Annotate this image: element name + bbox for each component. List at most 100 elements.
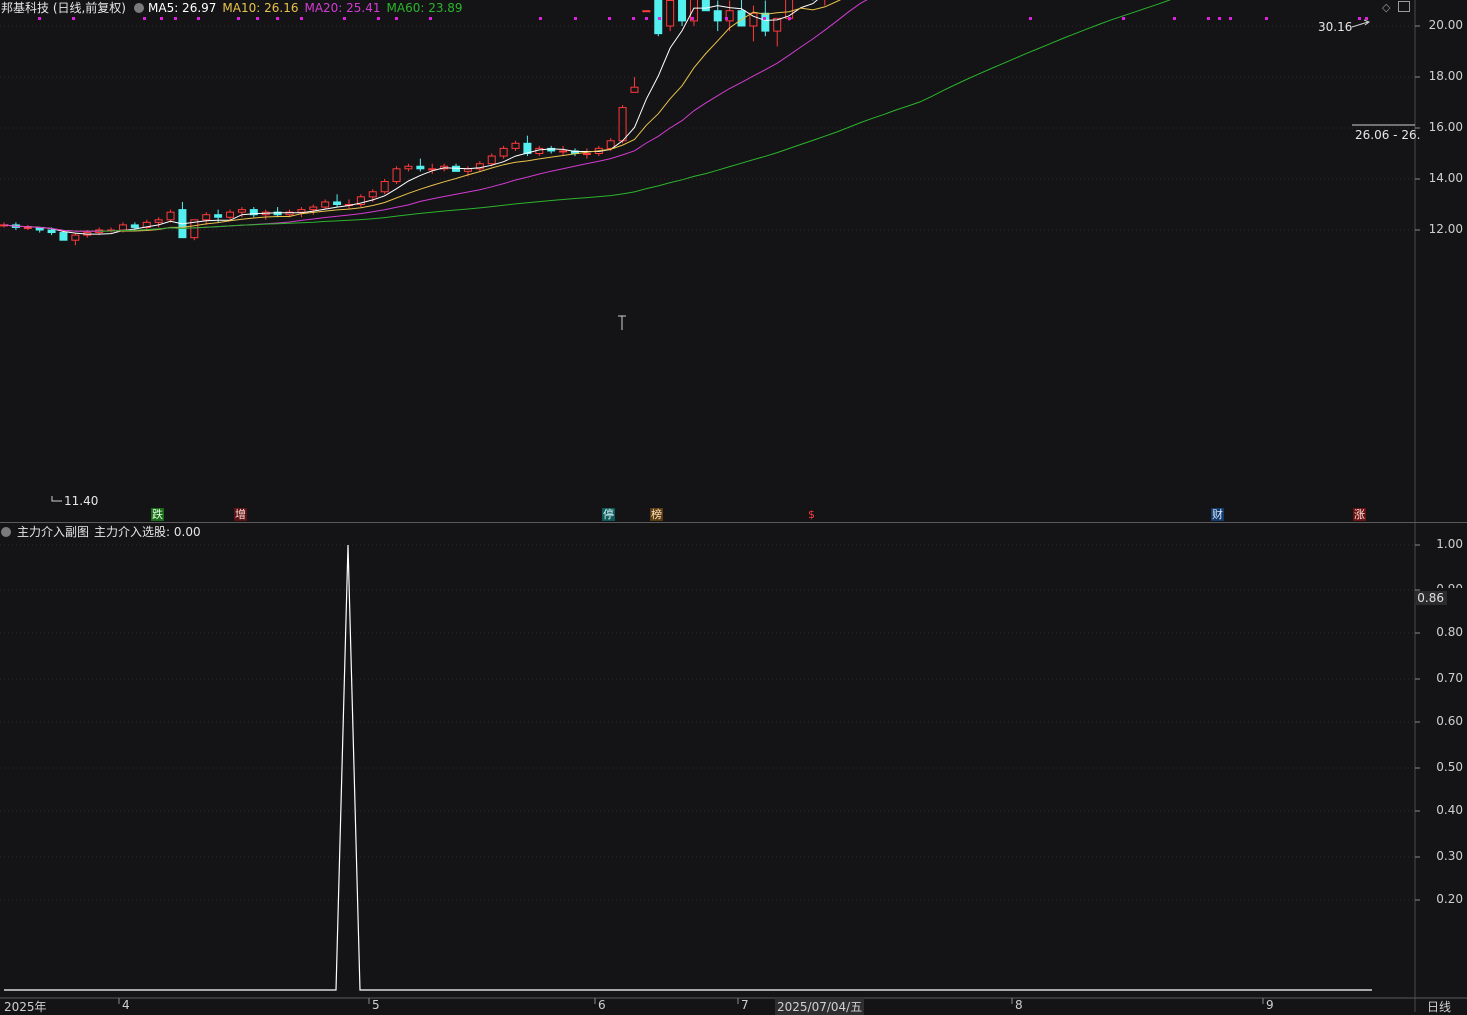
signal-dot: [1122, 17, 1125, 20]
sub-tick-label: 1.00: [1436, 537, 1463, 551]
candle-up: [618, 107, 627, 142]
candle-down: [59, 232, 68, 241]
signal-dot: [645, 17, 648, 20]
signal-dot: [1173, 17, 1176, 20]
candle-up: [404, 165, 413, 170]
ma10-label: MA10: 26.16: [222, 1, 299, 15]
candle-down: [333, 201, 342, 205]
t-marker-icon: [618, 315, 626, 330]
signal-dot: [237, 17, 240, 20]
candle-down: [678, 0, 687, 22]
time-tick-label: 4: [122, 998, 130, 1012]
signal-dot: [143, 17, 146, 20]
candle-up: [202, 214, 211, 221]
candle-up: [23, 226, 32, 229]
signal-dot: [72, 17, 75, 20]
candle-up: [380, 181, 389, 193]
candle-up: [582, 153, 591, 155]
event-marker[interactable]: 财: [1211, 508, 1224, 521]
candle-up: [428, 168, 437, 171]
candle-down: [214, 214, 223, 218]
window-icon[interactable]: [1398, 1, 1410, 12]
chart-canvas: [0, 0, 1467, 1012]
candle-down: [654, 0, 663, 35]
candle-up: [226, 211, 235, 218]
sub-header: 主力介入副图 主力介入选股: 0.00: [0, 524, 207, 540]
event-marker[interactable]: 停: [602, 508, 615, 521]
ma60-label: MA60: 23.89: [386, 1, 463, 15]
time-tick-label: 5: [372, 998, 380, 1012]
sub-tick-label: 0.80: [1436, 625, 1463, 639]
signal-dot: [395, 17, 398, 20]
signal-dot: [38, 17, 41, 20]
chart-header: 邦基科技 (日线,前复权) MA5: 26.97 MA10: 26.16 MA20: …: [0, 0, 469, 16]
low-price-label: 11.40: [64, 494, 99, 508]
signal-dot: [343, 17, 346, 20]
sub-settings-dot-icon[interactable]: [1, 527, 11, 537]
low-arrow-icon: [51, 496, 62, 502]
signal-dot: [300, 17, 303, 20]
signal-dot: [691, 17, 694, 20]
time-tick-label: 6: [598, 998, 606, 1012]
time-tick-label: 9: [1266, 998, 1274, 1012]
candle-up: [237, 209, 246, 213]
signal-dot: [429, 17, 432, 20]
period-button[interactable]: 日线: [1427, 998, 1451, 1015]
candle-up: [511, 142, 520, 149]
event-marker[interactable]: 榜: [650, 508, 663, 521]
event-marker[interactable]: 涨: [1353, 508, 1366, 521]
event-marker[interactable]: 增: [234, 508, 247, 521]
signal-dot: [725, 17, 728, 20]
sub-value-badge: 0.86: [1414, 591, 1447, 605]
ma60-line: [99, 0, 1171, 232]
sub-tick-label: 0.30: [1436, 849, 1463, 863]
signal-dot: [256, 17, 259, 20]
sub-tick-label: 0.20: [1436, 892, 1463, 906]
candle-up: [297, 209, 306, 213]
stock-title[interactable]: 邦基科技 (日线,前复权): [1, 1, 126, 15]
candle-down: [701, 0, 710, 12]
diamond-icon[interactable]: ◇: [1382, 1, 1390, 14]
price-tick-label: 12.00: [1428, 222, 1463, 236]
sub-tick-label: 0.50: [1436, 760, 1463, 774]
range-label: 26.06 - 26.: [1355, 128, 1421, 142]
signal-dot: [1029, 17, 1032, 20]
candle-up: [154, 219, 163, 223]
sub-title[interactable]: 主力介入副图: [17, 525, 89, 539]
signal-dot: [574, 17, 577, 20]
candle-down: [416, 165, 425, 170]
candle-up: [630, 86, 639, 93]
ma20-label: MA20: 25.41: [304, 1, 381, 15]
settings-dot-icon[interactable]: [134, 3, 144, 13]
signal-dot: [1265, 17, 1268, 20]
sub-tick-label: 0.60: [1436, 714, 1463, 728]
cursor-date-label: 2025/07/04/五: [775, 998, 865, 1015]
price-tick-label: 18.00: [1428, 69, 1463, 83]
signal-dot: [197, 17, 200, 20]
candle-down: [713, 10, 722, 22]
candle-up: [118, 224, 127, 231]
candle-up: [642, 10, 651, 13]
price-tick-label: 20.00: [1428, 18, 1463, 32]
candle-up: [71, 234, 80, 241]
candle-down: [761, 12, 770, 32]
event-marker[interactable]: $: [807, 508, 816, 521]
ma20-line: [3, 0, 868, 232]
signal-dot: [763, 17, 766, 20]
signal-dot: [1218, 17, 1221, 20]
candle-up: [392, 168, 401, 183]
signal-dot: [788, 17, 791, 20]
sub-tick-label: 0.40: [1436, 803, 1463, 817]
signal-dot: [632, 17, 635, 20]
high-price-label: 30.16: [1318, 20, 1353, 34]
event-marker[interactable]: 跌: [151, 508, 164, 521]
candle-up: [166, 211, 175, 221]
sub-indicator-label: 主力介入选股: 0.00: [94, 525, 201, 539]
signal-dot: [276, 17, 279, 20]
ma5-label: MA5: 26.97: [148, 1, 217, 15]
ma5-line: [3, 0, 818, 235]
candle-up: [487, 155, 496, 165]
signal-dot: [658, 17, 661, 20]
candle-up: [559, 150, 568, 153]
signal-dot: [1229, 17, 1232, 20]
